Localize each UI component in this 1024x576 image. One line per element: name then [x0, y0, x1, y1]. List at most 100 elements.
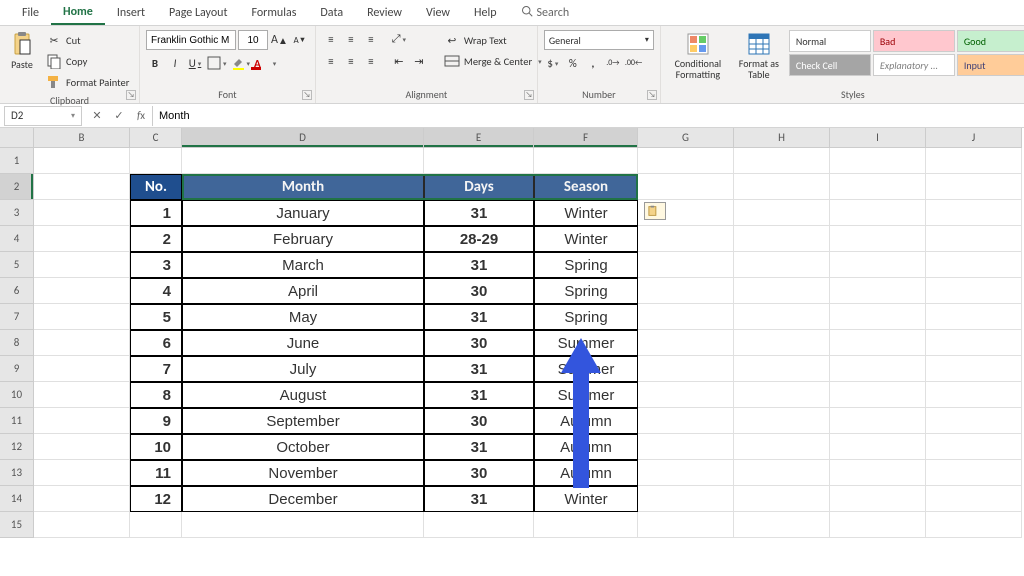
bold-button[interactable]: B [146, 54, 164, 72]
cell-D15[interactable] [182, 512, 424, 538]
cell-H11[interactable] [734, 408, 830, 434]
currency-button[interactable]: $ [544, 54, 562, 72]
cell-styles-gallery[interactable]: Normal Bad Good Check Cell Explanatory .… [789, 30, 1024, 76]
cell-J10[interactable] [926, 382, 1022, 408]
italic-button[interactable]: I [166, 54, 184, 72]
cell-D6[interactable]: April [182, 278, 424, 304]
cell-F2[interactable]: Season [534, 174, 638, 200]
row-header-4[interactable]: 4 [0, 226, 34, 252]
cell-I6[interactable] [830, 278, 926, 304]
tab-data[interactable]: Data [308, 2, 355, 24]
cell-G1[interactable] [638, 148, 734, 174]
enter-fx-button[interactable]: ✓ [108, 109, 130, 122]
cell-I9[interactable] [830, 356, 926, 382]
cell-D14[interactable]: December [182, 486, 424, 512]
cell-J6[interactable] [926, 278, 1022, 304]
tab-home[interactable]: Home [51, 1, 105, 25]
cell-C12[interactable]: 10 [130, 434, 182, 460]
row-header-10[interactable]: 10 [0, 382, 34, 408]
col-header-F[interactable]: F [534, 128, 638, 148]
cell-B1[interactable] [34, 148, 130, 174]
row-header-11[interactable]: 11 [0, 408, 34, 434]
cell-C9[interactable]: 7 [130, 356, 182, 382]
cell-H8[interactable] [734, 330, 830, 356]
col-header-E[interactable]: E [424, 128, 534, 148]
row-header-1[interactable]: 1 [0, 148, 34, 174]
cell-C8[interactable]: 6 [130, 330, 182, 356]
cell-I3[interactable] [830, 200, 926, 226]
cell-D13[interactable]: November [182, 460, 424, 486]
tab-file[interactable]: File [10, 2, 51, 24]
col-header-G[interactable]: G [638, 128, 734, 148]
formula-input[interactable] [152, 106, 1024, 126]
col-header-C[interactable]: C [130, 128, 182, 148]
cell-D3[interactable]: January [182, 200, 424, 226]
style-bad[interactable]: Bad [873, 30, 955, 52]
style-input[interactable]: Input [957, 54, 1024, 76]
cell-F1[interactable] [534, 148, 638, 174]
align-center-button[interactable]: ≡ [342, 52, 360, 70]
cell-E15[interactable] [424, 512, 534, 538]
cell-E5[interactable]: 31 [424, 252, 534, 278]
cell-H14[interactable] [734, 486, 830, 512]
cell-I14[interactable] [830, 486, 926, 512]
cell-G13[interactable] [638, 460, 734, 486]
cell-B13[interactable] [34, 460, 130, 486]
style-check[interactable]: Check Cell [789, 54, 871, 76]
cell-B3[interactable] [34, 200, 130, 226]
cell-F15[interactable] [534, 512, 638, 538]
cell-F3[interactable]: Winter [534, 200, 638, 226]
cell-J3[interactable] [926, 200, 1022, 226]
format-as-table-button[interactable]: Format as Table [733, 30, 785, 82]
format-painter-button[interactable]: Format Painter [42, 72, 133, 92]
cell-D11[interactable]: September [182, 408, 424, 434]
tab-review[interactable]: Review [355, 2, 414, 24]
cell-J12[interactable] [926, 434, 1022, 460]
cell-D9[interactable]: July [182, 356, 424, 382]
cell-I1[interactable] [830, 148, 926, 174]
cell-J1[interactable] [926, 148, 1022, 174]
tab-insert[interactable]: Insert [105, 2, 157, 24]
cell-I5[interactable] [830, 252, 926, 278]
font-dialog-launcher[interactable]: ↘ [302, 90, 312, 100]
cell-E2[interactable]: Days [424, 174, 534, 200]
cell-F7[interactable]: Spring [534, 304, 638, 330]
cell-I13[interactable] [830, 460, 926, 486]
row-header-5[interactable]: 5 [0, 252, 34, 278]
grow-font-button[interactable]: A▲ [270, 31, 289, 49]
cell-B7[interactable] [34, 304, 130, 330]
cell-F6[interactable]: Spring [534, 278, 638, 304]
cell-H12[interactable] [734, 434, 830, 460]
cell-I8[interactable] [830, 330, 926, 356]
cell-F13[interactable]: Autumn [534, 460, 638, 486]
cell-D12[interactable]: October [182, 434, 424, 460]
cell-C4[interactable]: 2 [130, 226, 182, 252]
cell-I7[interactable] [830, 304, 926, 330]
fx-button[interactable]: fx [130, 109, 152, 122]
cell-G10[interactable] [638, 382, 734, 408]
select-all-corner[interactable] [0, 128, 34, 148]
col-header-I[interactable]: I [830, 128, 926, 148]
cell-F14[interactable]: Winter [534, 486, 638, 512]
cell-F10[interactable]: Summer [534, 382, 638, 408]
cell-H6[interactable] [734, 278, 830, 304]
clipboard-dialog-launcher[interactable]: ↘ [126, 90, 136, 100]
paste-options-button[interactable] [644, 202, 666, 220]
cancel-fx-button[interactable]: ✕ [86, 109, 108, 122]
cell-F4[interactable]: Winter [534, 226, 638, 252]
cell-F11[interactable]: Autumn [534, 408, 638, 434]
col-header-H[interactable]: H [734, 128, 830, 148]
col-header-B[interactable]: B [34, 128, 130, 148]
orientation-button[interactable]: ⤢ [390, 30, 408, 48]
font-name-input[interactable] [146, 30, 236, 50]
cell-G15[interactable] [638, 512, 734, 538]
comma-button[interactable]: , [584, 54, 602, 72]
align-top-button[interactable]: ≡ [322, 30, 340, 48]
cell-H3[interactable] [734, 200, 830, 226]
cell-E7[interactable]: 31 [424, 304, 534, 330]
cell-E9[interactable]: 31 [424, 356, 534, 382]
cell-J13[interactable] [926, 460, 1022, 486]
font-size-input[interactable] [238, 30, 268, 50]
cell-J4[interactable] [926, 226, 1022, 252]
tab-page-layout[interactable]: Page Layout [157, 2, 239, 24]
